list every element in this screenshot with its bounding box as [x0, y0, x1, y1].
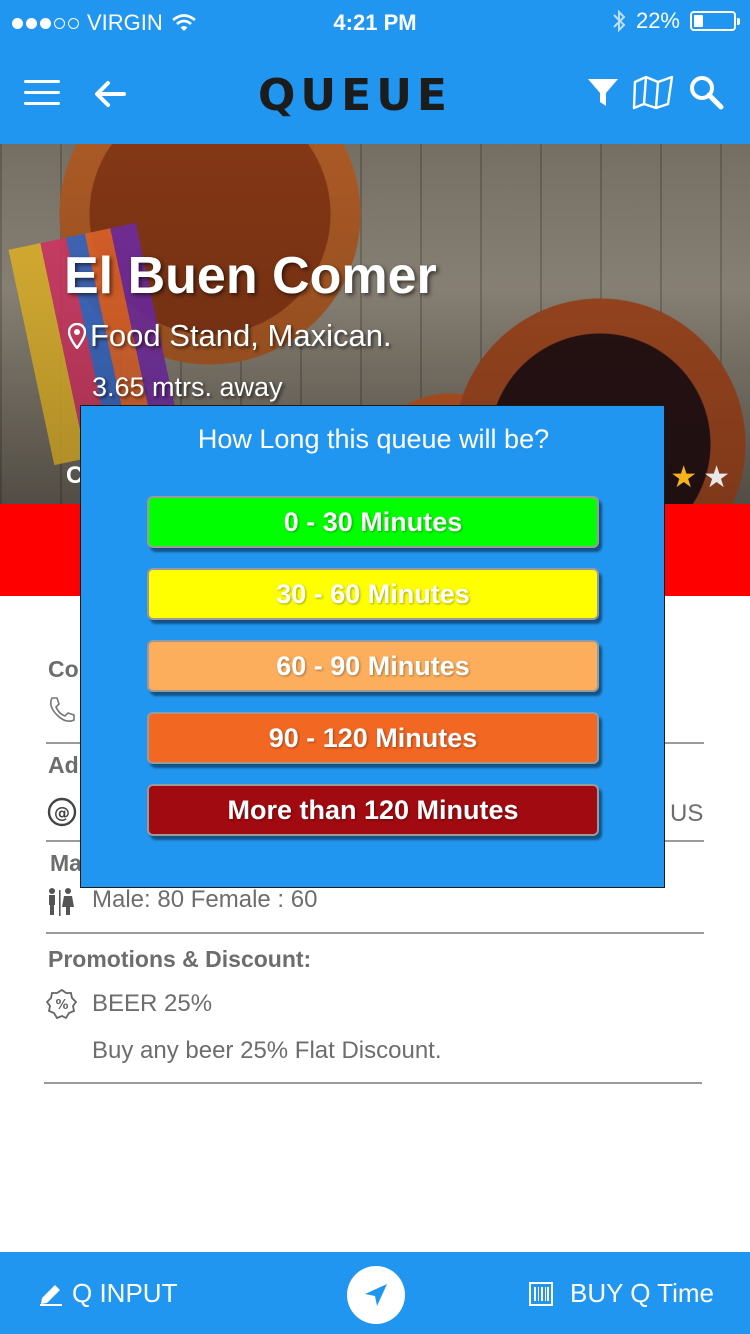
venue-category-row: Food Stand, Maxican. — [68, 318, 392, 354]
promo-title: BEER 25% — [92, 990, 213, 1017]
capacity-value: Male: 80 Female : 60 — [92, 886, 318, 913]
bottom-action-bar: Q INPUT BUY Q Time — [0, 1252, 750, 1334]
venue-category: Food Stand, Maxican. — [90, 318, 392, 353]
divider — [46, 932, 704, 934]
address-tail: US — [670, 800, 704, 827]
bluetooth-icon — [613, 9, 626, 33]
buy-q-time-button[interactable]: BUY Q Time — [528, 1278, 714, 1309]
svg-text:%: % — [55, 998, 68, 1013]
capacity-label: Ma — [50, 850, 82, 876]
navigation-arrow-icon — [365, 1284, 387, 1306]
dialog-title: How Long this queue will be? — [197, 424, 550, 454]
promo-description: Buy any beer 25% Flat Discount. — [92, 1037, 442, 1064]
battery-icon — [690, 11, 740, 31]
discount-badge-icon: % — [46, 988, 78, 1020]
option-120-plus-button[interactable]: More than 120 Minutes — [147, 784, 599, 836]
app-header: QUEUE — [0, 44, 750, 144]
pencil-icon — [40, 1284, 62, 1306]
buy-q-time-label: BUY Q Time — [569, 1278, 714, 1308]
venue-name: El Buen Comer — [64, 247, 437, 305]
divider — [44, 1082, 702, 1084]
star-empty-icon: ★ — [703, 461, 730, 494]
promotions-label: Promotions & Discount: — [48, 946, 312, 972]
status-bar: VIRGIN 4:21 PM 22% — [0, 0, 750, 44]
address-label: Ad — [48, 752, 79, 778]
battery-percent: 22% — [635, 8, 680, 33]
phone-icon — [50, 697, 75, 722]
option-30-60-button[interactable]: 30 - 60 Minutes — [147, 568, 599, 620]
queue-length-dialog: How Long this queue will be? 0 - 30 Minu… — [80, 405, 665, 888]
at-sign-icon: @ — [47, 797, 77, 827]
restroom-icon — [49, 888, 74, 916]
option-90-120-button[interactable]: 90 - 120 Minutes — [147, 712, 599, 764]
barcode-icon — [528, 1281, 553, 1306]
svg-text:@: @ — [54, 803, 70, 822]
q-input-button[interactable]: Q INPUT — [38, 1278, 177, 1309]
venue-distance: 3.65 mtrs. away — [92, 372, 283, 402]
header-actions — [586, 74, 724, 110]
navigate-button[interactable] — [347, 1266, 405, 1324]
contact-label: Co — [48, 656, 79, 682]
star-filled-icon: ★ — [670, 461, 698, 494]
filter-icon[interactable] — [586, 75, 620, 109]
status-right: 22% — [612, 8, 740, 34]
q-input-label: Q INPUT — [72, 1278, 178, 1308]
venue-rating: ★ ★ — [670, 460, 730, 495]
search-icon[interactable] — [688, 74, 724, 110]
option-60-90-button[interactable]: 60 - 90 Minutes — [147, 640, 599, 692]
map-icon[interactable] — [632, 74, 676, 110]
option-0-30-button[interactable]: 0 - 30 Minutes — [147, 496, 599, 548]
location-pin-icon — [68, 323, 86, 349]
